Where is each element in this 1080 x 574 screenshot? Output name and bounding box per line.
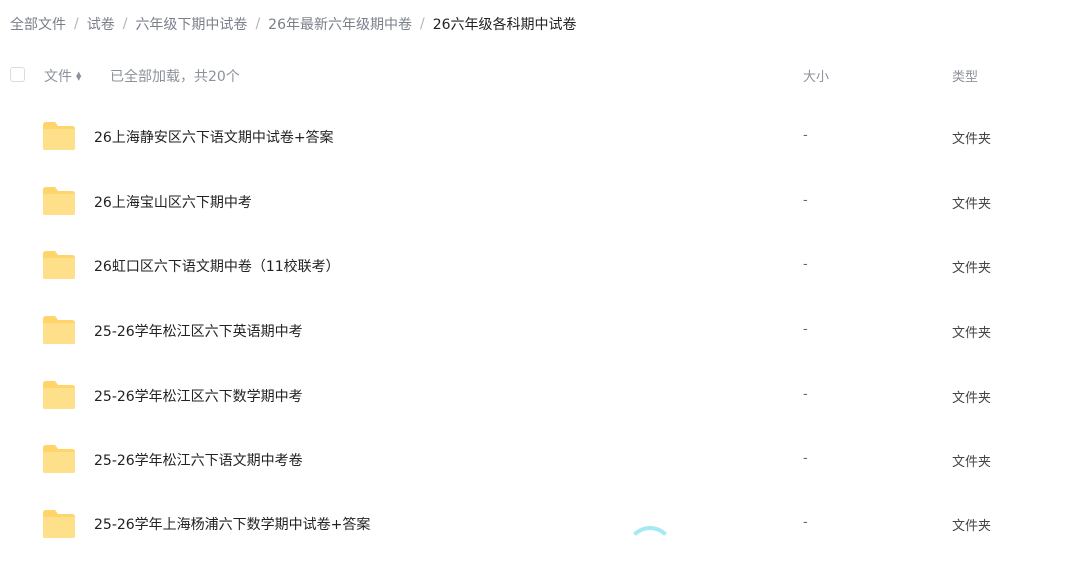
sort-icon[interactable]: ▲ ▼ [76, 71, 81, 82]
folder-icon [43, 316, 75, 344]
file-name[interactable]: 26虹口区六下语文期中卷（11校联考） [94, 256, 340, 276]
file-size: - [803, 387, 808, 402]
file-size: - [803, 128, 808, 143]
file-type: 文件夹 [952, 197, 992, 212]
file-size: - [803, 193, 808, 208]
file-row[interactable]: 26上海宝山区六下期中考 - 文件夹 [0, 169, 1080, 233]
select-all-checkbox[interactable] [10, 67, 25, 82]
file-type: 文件夹 [952, 132, 992, 147]
breadcrumb-separator: / [419, 16, 425, 32]
breadcrumb-item-papers[interactable]: 试卷 [87, 14, 115, 34]
folder-icon [43, 122, 75, 150]
type-column-header[interactable]: 类型 [952, 66, 978, 85]
file-row[interactable]: 25-26学年松江区六下数学期中考 - 文件夹 [0, 363, 1080, 427]
file-type: 文件夹 [952, 391, 992, 406]
breadcrumb: 全部文件 / 试卷 / 六年级下期中试卷 / 26年最新六年级期中卷 / 26六… [10, 14, 577, 34]
file-name[interactable]: 25-26学年上海杨浦六下数学期中试卷+答案 [94, 514, 370, 534]
loading-spinner-icon [626, 526, 674, 574]
file-row[interactable]: 25-26学年松江六下语文期中考卷 - 文件夹 [0, 427, 1080, 491]
file-type: 文件夹 [952, 326, 992, 341]
size-column-header[interactable]: 大小 [803, 66, 829, 85]
file-name[interactable]: 26上海宝山区六下期中考 [94, 192, 252, 212]
file-name[interactable]: 25-26学年松江区六下数学期中考 [94, 386, 303, 406]
folder-icon [43, 381, 75, 409]
breadcrumb-separator: / [122, 16, 128, 32]
folder-icon [43, 445, 75, 473]
file-size: - [803, 515, 808, 530]
breadcrumb-separator: / [74, 16, 79, 32]
file-name[interactable]: 26上海静安区六下语文期中试卷+答案 [94, 127, 334, 147]
file-row[interactable]: 26上海静安区六下语文期中试卷+答案 - 文件夹 [0, 104, 1080, 168]
file-size: - [803, 322, 808, 337]
load-status: 已全部加载，共20个 [110, 69, 240, 85]
breadcrumb-item-latest-midterm[interactable]: 26年最新六年级期中卷 [268, 14, 412, 34]
folder-icon [43, 187, 75, 215]
file-size: - [803, 257, 808, 272]
file-row[interactable]: 25-26学年松江区六下英语期中考 - 文件夹 [0, 298, 1080, 362]
file-row[interactable]: 25-26学年上海杨浦六下数学期中试卷+答案 - 文件夹 [0, 492, 1080, 538]
breadcrumb-separator: / [255, 16, 261, 32]
file-size: - [803, 451, 808, 466]
name-column-header[interactable]: 文件 ▲ ▼ [44, 66, 81, 86]
file-name[interactable]: 25-26学年松江六下语文期中考卷 [94, 450, 303, 470]
file-type: 文件夹 [952, 519, 992, 534]
name-column-label: 文件 [44, 69, 72, 85]
breadcrumb-item-all-files[interactable]: 全部文件 [10, 14, 66, 34]
folder-icon [43, 251, 75, 279]
file-name[interactable]: 25-26学年松江区六下英语期中考 [94, 321, 303, 341]
breadcrumb-item-current: 26六年级各科期中试卷 [432, 17, 577, 33]
file-type: 文件夹 [952, 261, 992, 276]
file-row[interactable]: 26虹口区六下语文期中卷（11校联考） - 文件夹 [0, 233, 1080, 297]
file-list-header: 文件 ▲ ▼ 已全部加载，共20个 大小 类型 [0, 62, 1080, 90]
folder-icon [43, 510, 75, 538]
breadcrumb-item-grade6-midterm[interactable]: 六年级下期中试卷 [135, 14, 247, 34]
file-type: 文件夹 [952, 455, 992, 470]
